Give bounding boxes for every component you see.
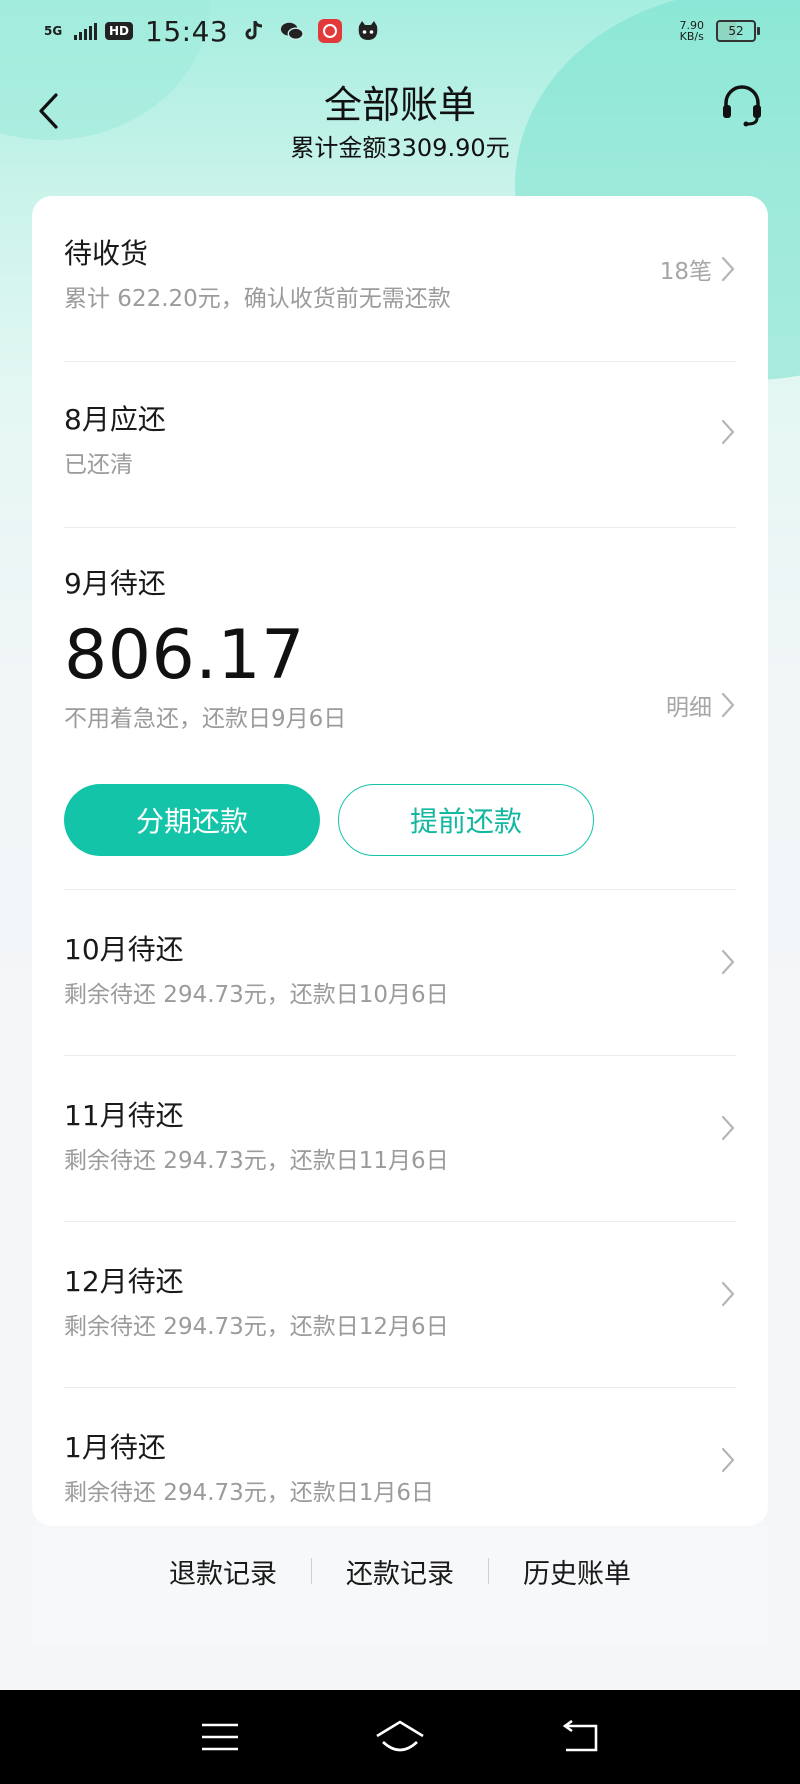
november-bill-row[interactable]: 11月待还 剩余待还 294.73元，还款日11月6日 (64, 1098, 736, 1208)
chevron-right-icon (721, 1281, 735, 1307)
repayment-records-link[interactable]: 还款记录 (312, 1552, 488, 1591)
row-subtitle: 剩余待还 294.73元，还款日10月6日 (64, 982, 449, 1008)
chevron-right-icon (721, 692, 735, 718)
network-speed: 7.90 KB/s (679, 19, 705, 43)
home-icon (376, 1720, 424, 1752)
chevron-right-icon (721, 419, 735, 445)
divider (64, 361, 736, 362)
bottom-links: 退款记录 还款记录 历史账单 (32, 1526, 768, 1646)
menu-nav-button[interactable] (190, 1712, 250, 1762)
cat-app-icon (356, 19, 380, 43)
order-count: 18笔 (660, 252, 736, 286)
home-nav-button[interactable] (370, 1712, 430, 1762)
row-subtitle: 剩余待还 294.73元，还款日11月6日 (64, 1148, 449, 1174)
headset-icon (723, 85, 761, 127)
status-bar: 5G HD 15:43 7.90 KB/s 52 (0, 0, 800, 62)
history-bills-link[interactable]: 历史账单 (489, 1552, 665, 1591)
page-header: 全部账单 累计金额3309.90元 (0, 62, 800, 172)
network-type: 5G (44, 24, 63, 38)
back-nav-button[interactable] (550, 1712, 610, 1762)
chevron-right-icon (721, 1447, 735, 1473)
september-bill-section: 9月待还 806.17 不用着急还，还款日9月6日 明细 分期还款 提前还款 (64, 566, 736, 886)
october-bill-row[interactable]: 10月待还 剩余待还 294.73元，还款日10月6日 (64, 932, 736, 1042)
row-subtitle: 累计 622.20元，确认收货前无需还款 (64, 286, 451, 312)
status-time: 15:43 (145, 14, 229, 48)
shopping-app-icon (318, 19, 343, 43)
divider (64, 1221, 736, 1222)
tiktok-icon (242, 19, 266, 43)
due-amount: 806.17 (64, 616, 305, 695)
chevron-right-icon (721, 1115, 735, 1141)
battery-icon: 52 (716, 20, 760, 42)
detail-link[interactable]: 明细 (666, 688, 736, 722)
january-bill-row[interactable]: 1月待还 剩余待还 294.73元，还款日1月6日 (64, 1430, 736, 1526)
return-icon (562, 1720, 598, 1752)
row-subtitle: 剩余待还 294.73元，还款日12月6日 (64, 1314, 449, 1340)
menu-icon (202, 1723, 238, 1751)
page-title: 全部账单 (323, 83, 476, 127)
row-title: 11月待还 (64, 1099, 184, 1132)
repay-buttons: 分期还款 提前还款 (64, 784, 594, 856)
december-bill-row[interactable]: 12月待还 剩余待还 294.73元，还款日12月6日 (64, 1264, 736, 1374)
chevron-right-icon (721, 949, 735, 975)
row-title: 10月待还 (64, 933, 184, 966)
refund-records-link[interactable]: 退款记录 (135, 1552, 311, 1591)
row-title: 12月待还 (64, 1265, 184, 1298)
installment-button[interactable]: 分期还款 (64, 784, 320, 856)
bill-card: 待收货 累计 622.20元，确认收货前无需还款 18笔 8月应还 已还清 9月… (32, 196, 768, 1526)
divider (64, 889, 736, 890)
august-bill-row[interactable]: 8月应还 已还清 (64, 402, 736, 512)
row-title: 8月应还 (64, 403, 166, 436)
row-title: 1月待还 (64, 1431, 166, 1464)
chevron-right-icon (721, 256, 735, 282)
total-amount: 累计金额3309.90元 (290, 134, 510, 162)
pending-receipt-row[interactable]: 待收货 累计 622.20元，确认收货前无需还款 18笔 (64, 236, 736, 346)
row-subtitle: 已还清 (64, 452, 133, 478)
row-subtitle: 剩余待还 294.73元，还款日1月6日 (64, 1480, 435, 1506)
divider (64, 1387, 736, 1388)
wechat-icon (280, 19, 304, 43)
signal-icon (74, 22, 97, 40)
row-title: 待收货 (64, 237, 149, 270)
divider (64, 527, 736, 528)
row-subtitle: 不用着急还，还款日9月6日 (64, 706, 347, 732)
divider (64, 1055, 736, 1056)
system-nav-bar (0, 1690, 800, 1784)
customer-service-button[interactable] (718, 80, 766, 130)
early-repay-button[interactable]: 提前还款 (338, 784, 594, 856)
hd-icon: HD (105, 22, 134, 40)
row-title: 9月待还 (64, 567, 166, 600)
